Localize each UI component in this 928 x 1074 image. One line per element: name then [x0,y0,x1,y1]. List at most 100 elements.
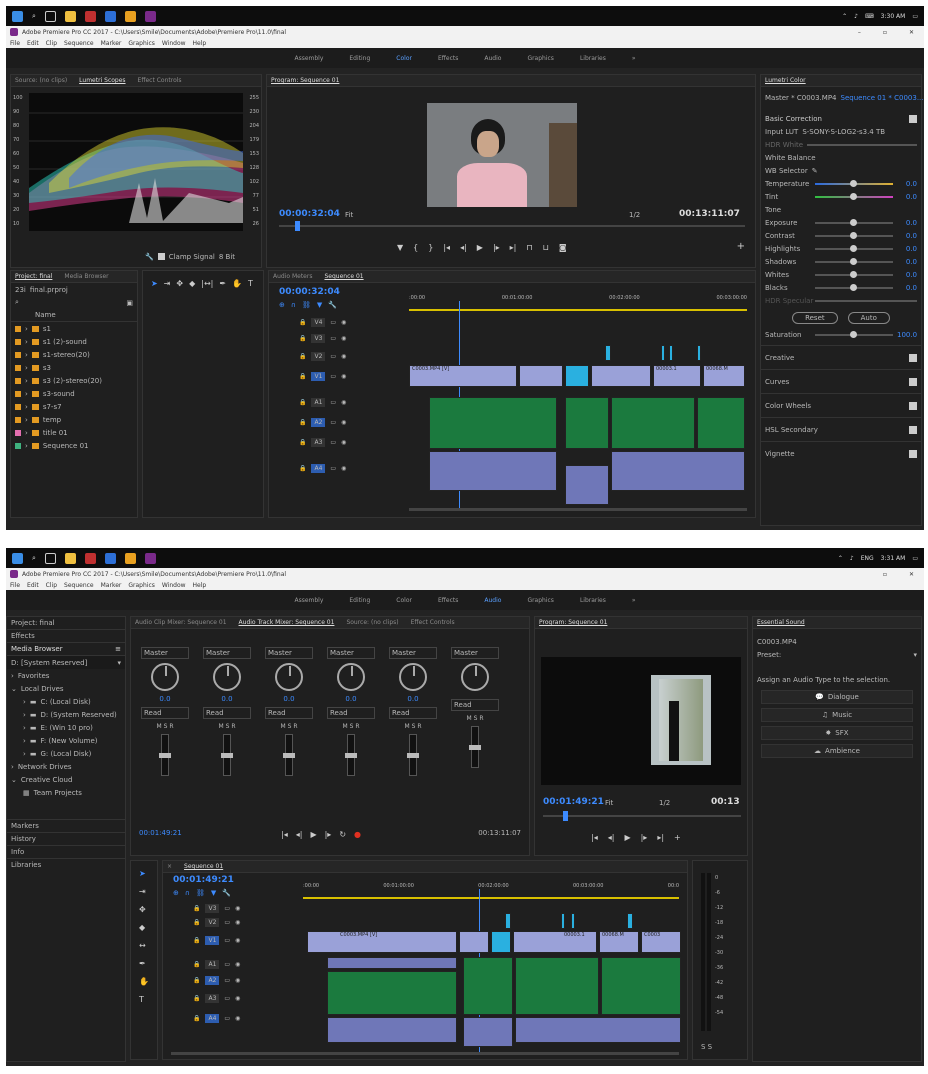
project-item[interactable]: › s3-sound [11,387,137,400]
label-color-swatch[interactable] [15,442,21,449]
blacks-value[interactable]: 0.0 [897,284,917,292]
tab-source[interactable]: Source: (no clips) [15,77,67,84]
chevron-down-icon[interactable]: ▾ [913,651,917,659]
add-button-icon[interactable]: + [737,241,745,252]
tab-audio-meters[interactable]: Audio Meters [273,273,312,280]
go-to-out-icon[interactable]: ▸| [510,243,517,252]
eye-icon[interactable]: ◉ [235,977,240,984]
ws-audio[interactable]: Audio [484,55,501,62]
video-clip[interactable] [591,365,651,387]
hand-icon[interactable]: ✋ [232,279,242,288]
razor-icon[interactable]: ◆ [189,279,195,288]
ws-libraries[interactable]: Libraries [580,597,606,604]
track-label[interactable]: V2 [311,351,326,361]
whites-value[interactable]: 0.0 [897,271,917,279]
label-color-swatch[interactable] [15,364,21,371]
pan-knob[interactable] [461,663,489,691]
mute-solo-record[interactable]: M S R [467,715,484,722]
sync-icon[interactable]: ▭ [224,919,230,926]
nest-icon[interactable]: ⊕ [279,301,285,309]
windows-start-icon[interactable] [12,552,23,564]
store-icon[interactable] [104,552,116,564]
channel-output-select[interactable]: Master [141,647,189,659]
chrome-icon[interactable] [124,552,136,564]
mute-solo-record[interactable]: M S R [157,723,174,730]
drive-item[interactable]: › ▬ C: (Local Disk) [7,695,125,708]
lock-icon[interactable]: 🔒 [299,353,306,360]
pan-value[interactable]: 0.0 [221,695,232,703]
creative-section[interactable]: Creative [765,354,794,362]
maximize-icon[interactable]: ▫ [883,571,887,578]
step-forward-icon[interactable]: |▸ [325,830,332,839]
lift-icon[interactable]: ⊓ [526,243,532,252]
shadows-value[interactable]: 0.0 [897,258,917,266]
wifi-icon[interactable]: ⌃ [842,13,847,20]
lock-icon[interactable]: 🔒 [193,977,200,984]
automation-mode-select[interactable]: Read [327,707,375,719]
sync-icon[interactable]: ▭ [330,319,336,326]
chevron-down-icon[interactable]: ▾ [117,659,121,667]
language-indicator[interactable]: ENG [861,555,874,562]
linked-icon[interactable]: ⛓ [196,889,205,897]
app-icon[interactable] [84,10,96,22]
track-label[interactable]: A2 [205,975,220,985]
hsl-checkbox[interactable] [909,425,917,434]
chevron-right-icon[interactable]: › [25,364,28,372]
track-label[interactable]: V3 [205,903,220,913]
file-explorer-icon[interactable] [64,10,76,22]
color-wheels-checkbox[interactable] [909,401,917,410]
step-forward-icon[interactable]: |▸ [493,243,500,252]
audio-clip[interactable] [327,971,457,1015]
audio-clip[interactable] [601,957,681,1015]
timeline-scrollbar[interactable] [171,1052,679,1055]
program-title[interactable]: Program: Sequence 01 [271,77,339,84]
windows-start-icon[interactable] [12,10,23,22]
step-back-icon[interactable]: ◂| [608,833,615,842]
audio-clip[interactable] [611,397,695,449]
ws-effects[interactable]: Effects [438,55,458,62]
libraries-tab[interactable]: Libraries [11,861,41,869]
extract-icon[interactable]: ⊔ [543,243,549,252]
tab-sequence[interactable]: Sequence 01 [324,273,363,280]
project-item[interactable]: › temp [11,413,137,426]
lock-icon[interactable]: 🔒 [193,937,200,944]
lock-icon[interactable]: 🔒 [299,335,306,342]
menu-file[interactable]: File [10,582,20,589]
music-button[interactable]: ♫ Music [761,708,913,722]
add-button-icon[interactable]: + [674,833,681,842]
menu-clip[interactable]: Clip [46,40,57,47]
project-item[interactable]: › s1 [11,322,137,335]
pen-icon[interactable]: ✒ [139,959,149,968]
chevron-right-icon[interactable]: › [25,338,28,346]
audio-clip-music[interactable] [327,1017,457,1043]
clamp-checkbox[interactable] [157,253,165,260]
chevron-right-icon[interactable]: › [25,325,28,333]
ws-editing[interactable]: Editing [349,597,370,604]
curves-section[interactable]: Curves [765,378,789,386]
chevron-right-icon[interactable]: › [11,763,14,771]
timeline-timecode[interactable]: 00:00:32:04 [279,287,340,297]
eye-icon[interactable]: ◉ [235,919,240,926]
menu-help[interactable]: Help [193,40,207,47]
white-balance-header[interactable]: White Balance [765,154,816,162]
lock-icon[interactable]: 🔒 [193,919,200,926]
automation-mode-select[interactable]: Read [141,707,189,719]
chevron-down-icon[interactable]: ⌄ [11,776,17,784]
lock-icon[interactable]: 🔒 [299,319,306,326]
title-clip[interactable] [669,345,673,361]
chevron-right-icon[interactable]: › [25,416,28,424]
step-forward-icon[interactable]: |▸ [641,833,648,842]
creative-cloud-node[interactable]: Creative Cloud [21,776,73,784]
sync-icon[interactable]: ▭ [330,465,336,472]
input-lut-select[interactable]: S-SONY-S-LOG2-s3.4 TB [802,128,885,136]
slip-icon[interactable]: |↔| [201,279,213,288]
loop-icon[interactable]: ↻ [339,830,346,839]
ws-color[interactable]: Color [396,597,412,604]
tab-audio-track-mixer[interactable]: Audio Track Mixer: Sequence 01 [239,619,335,626]
project-item[interactable]: › s1 (2)-sound [11,335,137,348]
mark-out-icon[interactable]: } [428,243,433,252]
volume-fader[interactable] [221,734,233,776]
title-clip[interactable] [561,913,565,929]
sync-icon[interactable]: ▭ [330,419,336,426]
step-back-icon[interactable]: ◂| [296,830,303,839]
